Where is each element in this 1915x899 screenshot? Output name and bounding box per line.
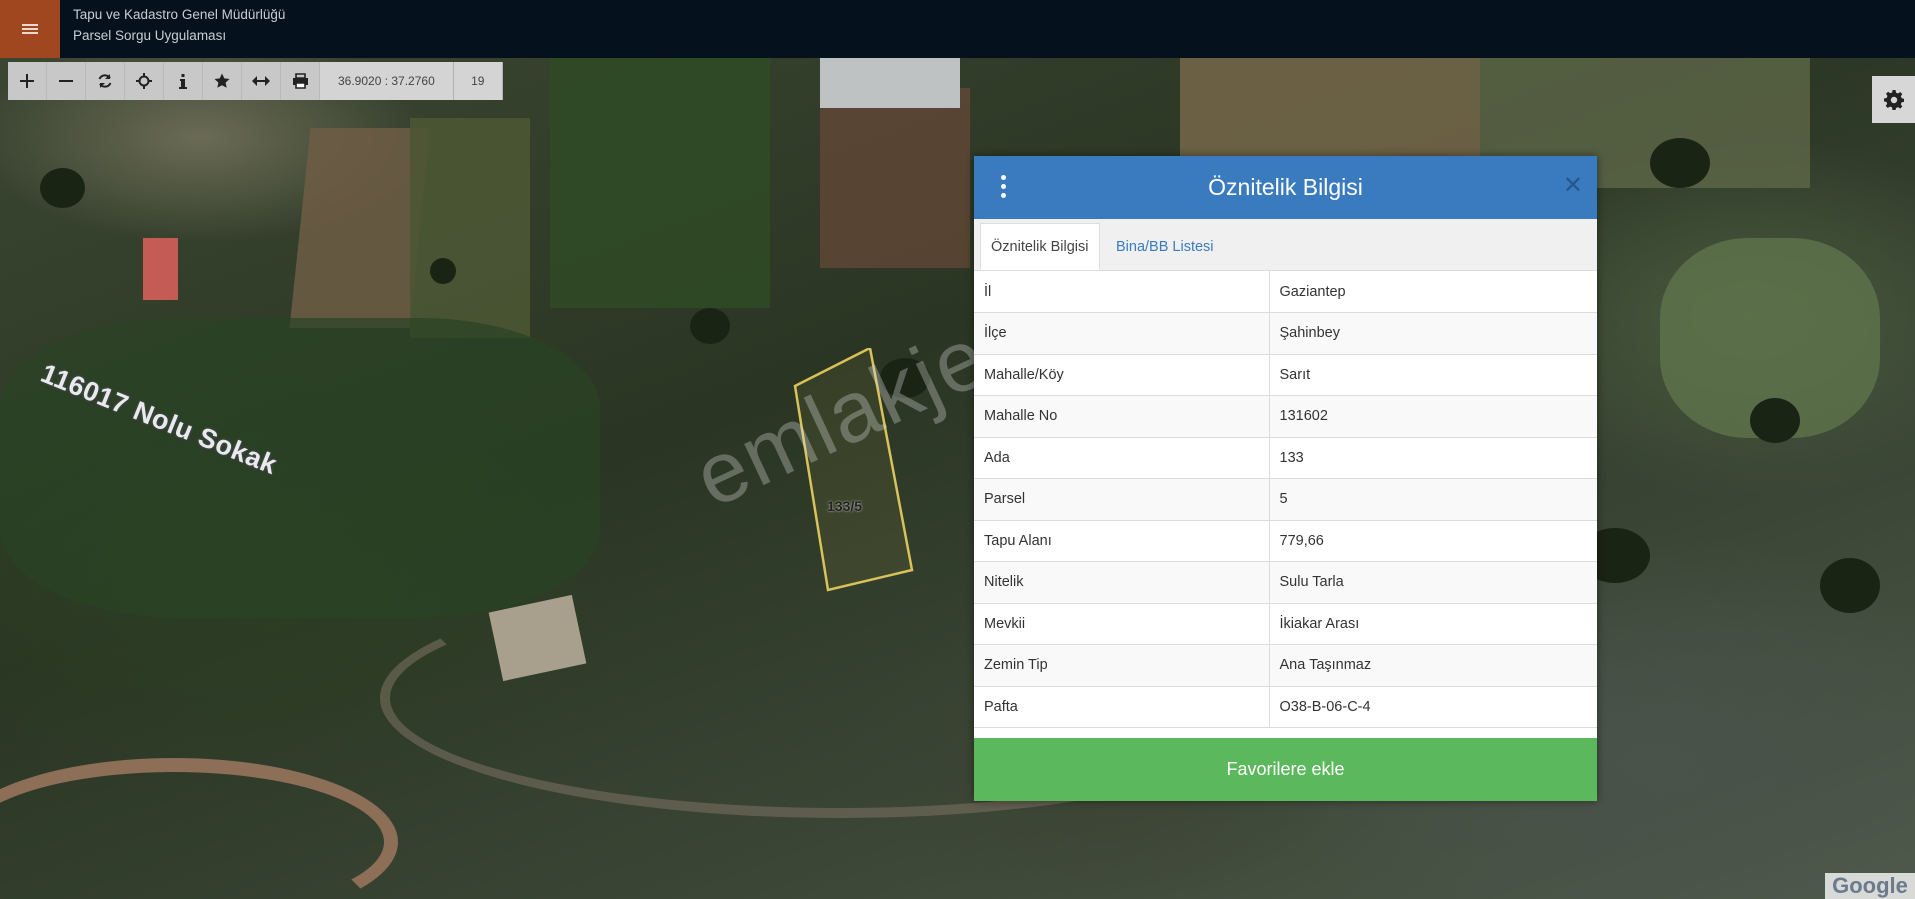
hamburger-menu-icon [22, 23, 38, 35]
tree [1650, 138, 1710, 188]
attribute-value: İkiakar Arası [1269, 603, 1597, 645]
tab-attribute-info[interactable]: Öznitelik Bilgisi [980, 223, 1100, 270]
dirt-road [0, 758, 398, 899]
table-row: Zemin Tip Ana Taşınmaz [974, 644, 1597, 687]
org-name: Tapu ve Kadastro Genel Müdürlüğü [73, 7, 286, 22]
measure-icon [252, 76, 270, 86]
table-row: Pafta O38-B-06-C-4 [974, 686, 1597, 728]
attribute-key: İl [974, 271, 1270, 313]
attribute-value: 5 [1269, 478, 1597, 521]
app-name: Parsel Sorgu Uygulaması [73, 28, 227, 43]
zoom-in-icon [20, 74, 34, 88]
field-patch [550, 58, 770, 308]
app-title: Tapu ve Kadastro Genel Müdürlüğü Parsel … [73, 4, 285, 46]
tree [1750, 398, 1800, 443]
attribute-key: Tapu Alanı [974, 520, 1270, 562]
attribute-key: Ada [974, 437, 1270, 479]
field-patch [820, 88, 970, 268]
tree [690, 308, 730, 344]
zoom-in-button[interactable] [8, 62, 47, 100]
info-icon [179, 74, 187, 89]
attribute-key: Mahalle/Köy [974, 354, 1270, 396]
locate-button[interactable] [125, 62, 164, 100]
menu-button[interactable] [0, 0, 60, 58]
zoom-out-icon [59, 80, 73, 82]
table-row: Ada 133 [974, 437, 1597, 479]
table-row: Parsel 5 [974, 478, 1597, 521]
map-toolbar: 36.9020 : 37.2760 19 [8, 62, 503, 100]
attribute-key: Nitelik [974, 561, 1270, 604]
attribute-value: Sulu Tarla [1269, 561, 1597, 604]
refresh-icon [98, 74, 112, 88]
building-roof [143, 238, 178, 300]
attribute-value: O38-B-06-C-4 [1269, 686, 1597, 728]
table-row: Nitelik Sulu Tarla [974, 561, 1597, 604]
print-button[interactable] [281, 62, 320, 100]
tab-building-list[interactable]: Bina/BB Listesi [1116, 223, 1214, 270]
print-icon [292, 73, 308, 89]
tree [430, 258, 456, 284]
locate-icon [136, 73, 152, 89]
attribute-key: Mahalle No [974, 395, 1270, 438]
close-icon[interactable]: ✕ [1563, 174, 1583, 198]
parcel-label: 133/5 [827, 498, 863, 514]
gear-icon [1883, 89, 1904, 110]
dialog-tabs: Öznitelik Bilgisi Bina/BB Listesi [974, 219, 1597, 271]
table-row: Mahalle No 131602 [974, 395, 1597, 438]
tree [1820, 558, 1880, 613]
attribute-value: 133 [1269, 437, 1597, 479]
settings-button[interactable] [1872, 76, 1915, 123]
top-bar: Tapu ve Kadastro Genel Müdürlüğü Parsel … [0, 0, 1915, 58]
tree [40, 168, 85, 208]
table-row: Mahalle/Köy Sarıt [974, 354, 1597, 396]
attribute-table: İl Gaziantep İlçe Şahinbey Mahalle/Köy Sarıt M… [974, 271, 1597, 728]
info-button[interactable] [164, 62, 203, 100]
field-patch [410, 118, 530, 338]
zoom-level-readout: 19 [453, 62, 503, 100]
table-row: Tapu Alanı 779,66 [974, 520, 1597, 562]
attribute-value: Şahinbey [1269, 312, 1597, 355]
field-patch [0, 318, 600, 618]
attribute-key: Mevkii [974, 603, 1270, 645]
attribute-value: Ana Taşınmaz [1269, 644, 1597, 687]
building-roof [820, 58, 960, 108]
table-row: İlçe Şahinbey [974, 312, 1597, 355]
dialog-title: Öznitelik Bilgisi [1208, 174, 1363, 200]
attribute-key: Zemin Tip [974, 644, 1270, 687]
table-row: İl Gaziantep [974, 271, 1597, 313]
attribute-value: Sarıt [1269, 354, 1597, 396]
dialog-header: Öznitelik Bilgisi ✕ [974, 156, 1597, 219]
add-to-favorites-button[interactable]: Favorilere ekle [974, 738, 1597, 801]
table-row: Mevkii İkiakar Arası [974, 603, 1597, 645]
attribute-value: 131602 [1269, 395, 1597, 438]
refresh-button[interactable] [86, 62, 125, 100]
parcel-outline[interactable] [790, 348, 920, 598]
attribute-key: İlçe [974, 312, 1270, 355]
attribute-key: Pafta [974, 686, 1270, 728]
attribute-value: Gaziantep [1269, 271, 1597, 313]
attribute-info-dialog: Öznitelik Bilgisi ✕ Öznitelik Bilgisi Bi… [974, 156, 1597, 801]
measure-button[interactable] [242, 62, 281, 100]
coordinates-readout: 36.9020 : 37.2760 [320, 62, 454, 100]
attribute-key: Parsel [974, 478, 1270, 521]
favorite-button[interactable] [203, 62, 242, 100]
attribute-value: 779,66 [1269, 520, 1597, 562]
satellite-map[interactable]: 116017 Nolu Sokak 133/5 emlakjet.com Goo… [0, 58, 1915, 899]
kebab-menu-icon[interactable] [1000, 175, 1008, 199]
google-logo: Google [1825, 873, 1915, 899]
zoom-out-button[interactable] [47, 62, 86, 100]
favorite-star-icon [214, 73, 230, 88]
